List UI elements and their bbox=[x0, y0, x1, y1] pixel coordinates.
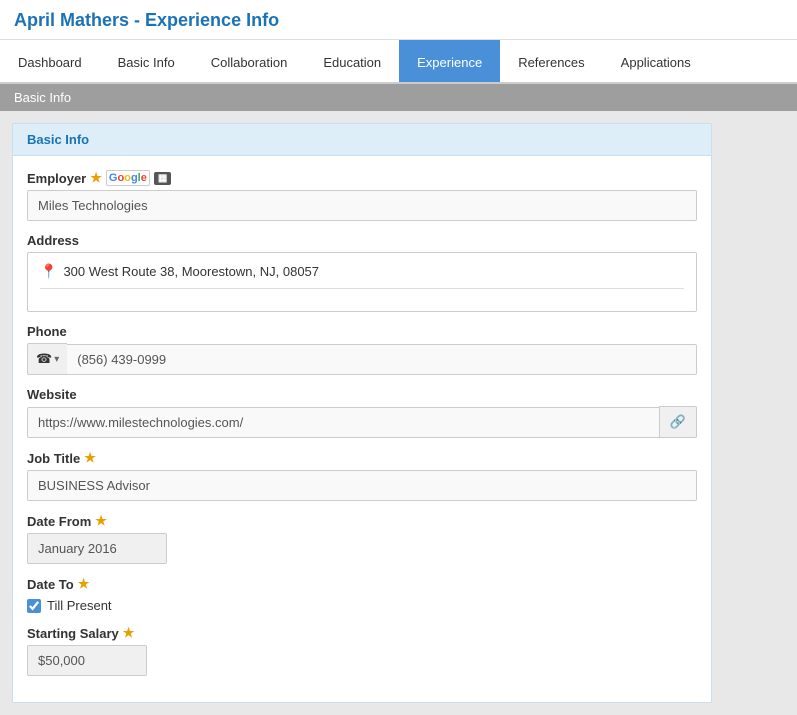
address-box: 📍 300 West Route 38, Moorestown, NJ, 080… bbox=[27, 252, 697, 312]
tab-references[interactable]: References bbox=[500, 40, 602, 82]
date-from-required-star: ★ bbox=[95, 513, 107, 529]
employer-label: Employer bbox=[27, 171, 86, 186]
tab-dashboard[interactable]: Dashboard bbox=[0, 40, 100, 82]
date-to-required-star: ★ bbox=[78, 576, 90, 592]
phone-input[interactable] bbox=[67, 344, 697, 375]
page-title: April Mathers - Experience Info bbox=[0, 0, 797, 40]
nav-tabs: Dashboard Basic Info Collaboration Educa… bbox=[0, 40, 797, 84]
date-from-label: Date From bbox=[27, 514, 91, 529]
website-label: Website bbox=[27, 387, 77, 402]
job-title-label: Job Title bbox=[27, 451, 80, 466]
starting-salary-field: Starting Salary ★ bbox=[27, 625, 697, 676]
pin-icon: 📍 bbox=[40, 263, 57, 280]
tab-basic-info[interactable]: Basic Info bbox=[100, 40, 193, 82]
till-present-row: Till Present bbox=[27, 598, 697, 613]
breadcrumb-bar: Basic Info bbox=[0, 84, 797, 111]
tab-applications[interactable]: Applications bbox=[603, 40, 709, 82]
starting-salary-required-star: ★ bbox=[123, 625, 135, 641]
phone-label: Phone bbox=[27, 324, 67, 339]
starting-salary-label: Starting Salary bbox=[27, 626, 119, 641]
address-value: 300 West Route 38, Moorestown, NJ, 08057 bbox=[63, 264, 319, 279]
main-card: Basic Info Employer ★ Google ▦ Address bbox=[12, 123, 712, 703]
date-to-field: Date To ★ Till Present bbox=[27, 576, 697, 613]
website-field: Website 🔗 bbox=[27, 387, 697, 438]
tab-collaboration[interactable]: Collaboration bbox=[193, 40, 306, 82]
map-icon[interactable]: ▦ bbox=[154, 172, 171, 185]
employer-required-star: ★ bbox=[90, 170, 102, 186]
card-header: Basic Info bbox=[13, 124, 711, 156]
starting-salary-input[interactable] bbox=[27, 645, 147, 676]
google-icon[interactable]: Google bbox=[106, 170, 150, 186]
till-present-label[interactable]: Till Present bbox=[47, 598, 112, 613]
website-input[interactable] bbox=[27, 407, 659, 438]
website-link-button[interactable]: 🔗 bbox=[659, 406, 697, 438]
till-present-checkbox[interactable] bbox=[27, 599, 41, 613]
chevron-down-icon: ▾ bbox=[54, 354, 59, 365]
job-title-input[interactable] bbox=[27, 470, 697, 501]
phone-prefix-button[interactable]: ☎ ▾ bbox=[27, 343, 67, 375]
phone-field: Phone ☎ ▾ bbox=[27, 324, 697, 375]
job-title-field: Job Title ★ bbox=[27, 450, 697, 501]
address-label: Address bbox=[27, 233, 79, 248]
date-to-label: Date To bbox=[27, 577, 74, 592]
tab-experience[interactable]: Experience bbox=[399, 40, 500, 82]
job-title-required-star: ★ bbox=[84, 450, 96, 466]
breadcrumb-label: Basic Info bbox=[14, 90, 71, 105]
address-field: Address 📍 300 West Route 38, Moorestown,… bbox=[27, 233, 697, 312]
phone-icon: ☎ bbox=[36, 351, 52, 367]
employer-field: Employer ★ Google ▦ bbox=[27, 170, 697, 221]
date-from-input[interactable] bbox=[27, 533, 167, 564]
tab-education[interactable]: Education bbox=[305, 40, 399, 82]
employer-input[interactable] bbox=[27, 190, 697, 221]
date-from-field: Date From ★ bbox=[27, 513, 697, 564]
